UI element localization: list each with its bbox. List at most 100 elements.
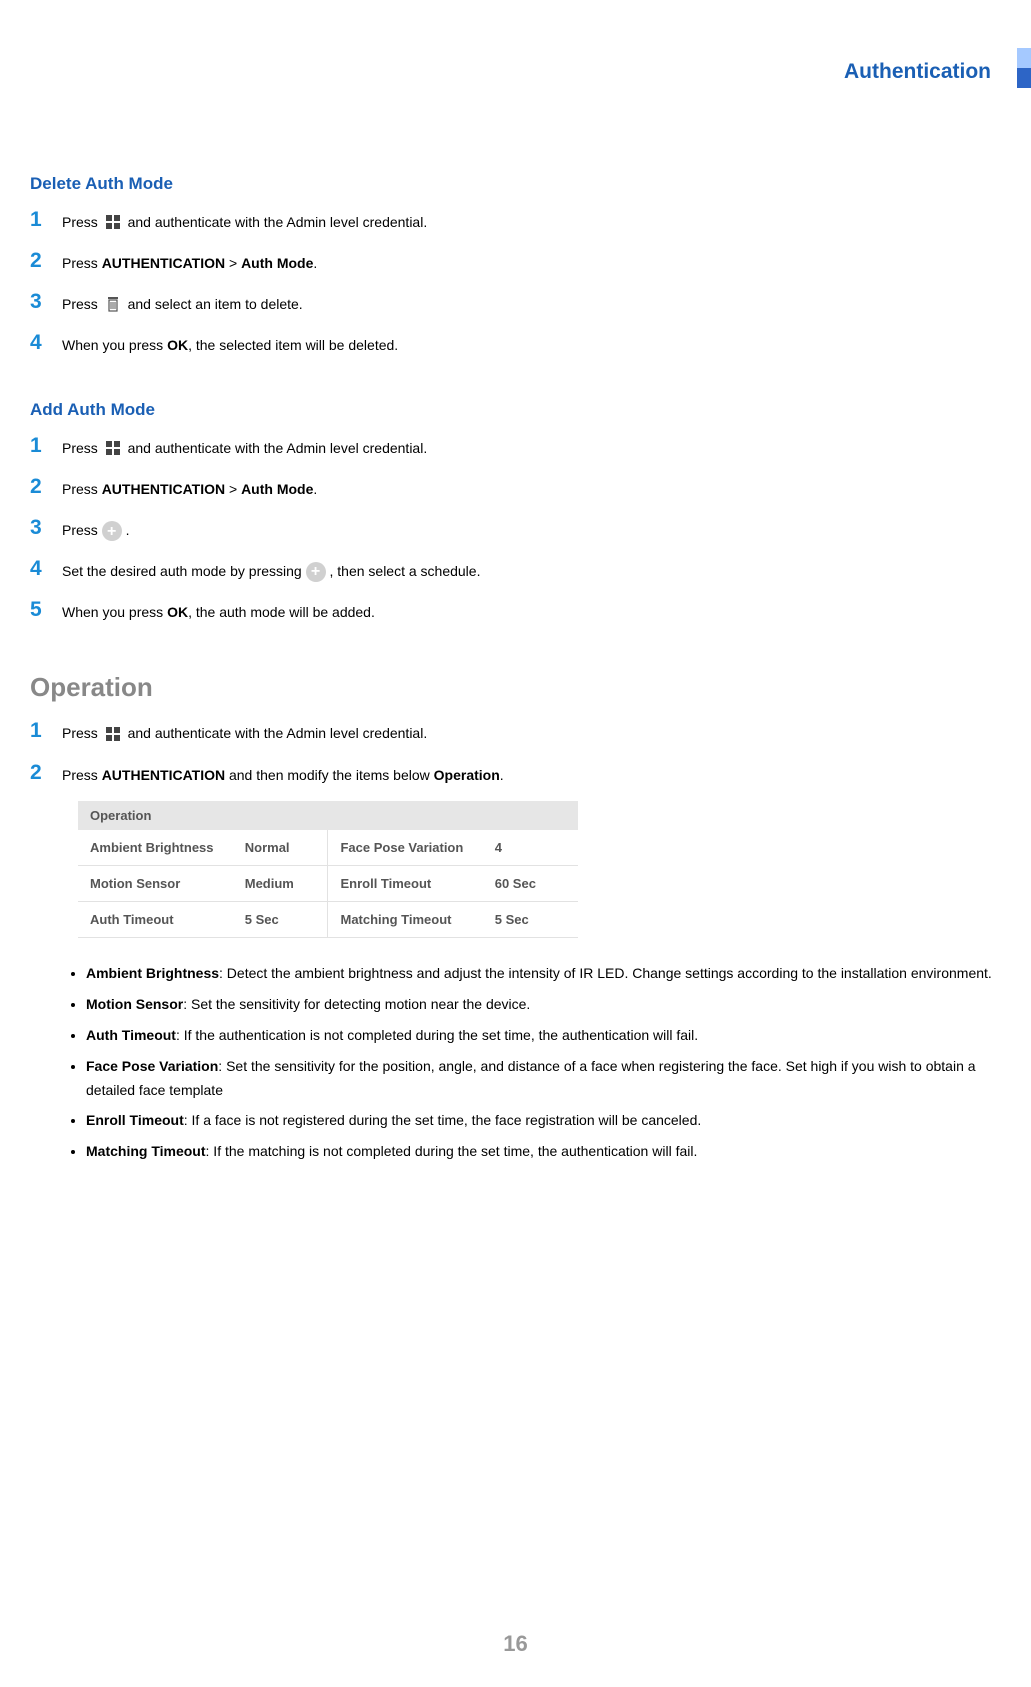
cell-value: Normal bbox=[233, 830, 328, 866]
bullet-label: Enroll Timeout bbox=[86, 1112, 184, 1128]
plus-icon: + bbox=[102, 521, 122, 541]
step-number: 1 bbox=[30, 719, 62, 742]
text: , the selected item will be deleted. bbox=[188, 337, 398, 353]
table-row: Auth Timeout 5 Sec Matching Timeout 5 Se… bbox=[78, 902, 578, 938]
text: Set the desired auth mode by pressing bbox=[62, 563, 306, 579]
step-text: Press AUTHENTICATION > Auth Mode. bbox=[62, 475, 317, 502]
cell-value: Medium bbox=[233, 866, 328, 902]
list-item: Auth Timeout: If the authentication is n… bbox=[86, 1024, 1001, 1048]
step-text: Set the desired auth mode by pressing + … bbox=[62, 557, 480, 584]
operation-bullets: Ambient Brightness: Detect the ambient b… bbox=[86, 962, 1001, 1164]
text: > bbox=[225, 255, 241, 271]
text-bold: AUTHENTICATION bbox=[102, 767, 225, 783]
step-text: When you press OK, the auth mode will be… bbox=[62, 598, 375, 625]
bullet-text: : Set the sensitivity for detecting moti… bbox=[183, 996, 530, 1012]
text-bold: AUTHENTICATION bbox=[102, 255, 225, 271]
bullet-text: : If a face is not registered during the… bbox=[184, 1112, 702, 1128]
text: . bbox=[500, 767, 504, 783]
step-number: 1 bbox=[30, 208, 62, 231]
add-step-1: 1 Press and authenticate with the Admin … bbox=[30, 434, 1001, 461]
cell-label: Face Pose Variation bbox=[328, 830, 483, 866]
text: Press bbox=[62, 214, 102, 230]
step-text: Press + . bbox=[62, 516, 129, 543]
step-number: 4 bbox=[30, 557, 62, 580]
add-step-3: 3 Press + . bbox=[30, 516, 1001, 543]
bullet-label: Ambient Brightness bbox=[86, 965, 219, 981]
text: and authenticate with the Admin level cr… bbox=[128, 440, 428, 456]
add-step-2: 2 Press AUTHENTICATION > Auth Mode. bbox=[30, 475, 1001, 502]
text: Press bbox=[62, 255, 102, 271]
text: , the auth mode will be added. bbox=[188, 604, 375, 620]
bullet-label: Face Pose Variation bbox=[86, 1058, 218, 1074]
text: When you press bbox=[62, 604, 167, 620]
text: . bbox=[126, 522, 130, 538]
add-section-title: Add Auth Mode bbox=[30, 400, 1001, 420]
bullet-text: : If the matching is not completed durin… bbox=[206, 1143, 698, 1159]
cell-value: 4 bbox=[483, 830, 578, 866]
table-header: Operation bbox=[78, 801, 578, 830]
cell-label: Matching Timeout bbox=[328, 902, 483, 938]
text: and select an item to delete. bbox=[128, 296, 303, 312]
list-item: Matching Timeout: If the matching is not… bbox=[86, 1140, 1001, 1164]
add-step-5: 5 When you press OK, the auth mode will … bbox=[30, 598, 1001, 625]
list-item: Enroll Timeout: If a face is not registe… bbox=[86, 1109, 1001, 1133]
step-text: Press and authenticate with the Admin le… bbox=[62, 434, 427, 461]
text: . bbox=[313, 255, 317, 271]
operation-step-1: 1 Press and authenticate with the Admin … bbox=[30, 719, 1001, 746]
table-row: Ambient Brightness Normal Face Pose Vari… bbox=[78, 830, 578, 866]
step-number: 2 bbox=[30, 475, 62, 498]
text-bold: OK bbox=[167, 604, 188, 620]
bullet-text: : Set the sensitivity for the position, … bbox=[86, 1058, 976, 1098]
text: and authenticate with the Admin level cr… bbox=[128, 725, 428, 741]
step-number: 2 bbox=[30, 761, 62, 784]
page-number: 16 bbox=[0, 1631, 1031, 1657]
cell-label: Auth Timeout bbox=[78, 902, 233, 938]
step-number: 1 bbox=[30, 434, 62, 457]
apps-grid-icon bbox=[105, 437, 121, 461]
step-text: When you press OK, the selected item wil… bbox=[62, 331, 398, 358]
step-text: Press and authenticate with the Admin le… bbox=[62, 208, 427, 235]
text-bold: Auth Mode bbox=[241, 481, 313, 497]
text: and authenticate with the Admin level cr… bbox=[128, 214, 428, 230]
text: Press bbox=[62, 440, 102, 456]
cell-label: Motion Sensor bbox=[78, 866, 233, 902]
text: . bbox=[313, 481, 317, 497]
text: Press bbox=[62, 481, 102, 497]
page-header-title: Authentication bbox=[30, 60, 1001, 84]
list-item: Motion Sensor: Set the sensitivity for d… bbox=[86, 993, 1001, 1017]
table-row: Motion Sensor Medium Enroll Timeout 60 S… bbox=[78, 866, 578, 902]
list-item: Ambient Brightness: Detect the ambient b… bbox=[86, 962, 1001, 986]
bullet-text: : Detect the ambient brightness and adju… bbox=[219, 965, 992, 981]
step-text: Press and select an item to delete. bbox=[62, 290, 303, 317]
text: When you press bbox=[62, 337, 167, 353]
text: Press bbox=[62, 725, 102, 741]
apps-grid-icon bbox=[105, 723, 121, 747]
cell-value: 5 Sec bbox=[233, 902, 328, 938]
delete-step-1: 1 Press and authenticate with the Admin … bbox=[30, 208, 1001, 235]
step-number: 4 bbox=[30, 331, 62, 354]
cell-value: 5 Sec bbox=[483, 902, 578, 938]
text-bold: Operation bbox=[434, 767, 500, 783]
text: > bbox=[225, 481, 241, 497]
step-number: 2 bbox=[30, 249, 62, 272]
text-bold: AUTHENTICATION bbox=[102, 481, 225, 497]
step-number: 3 bbox=[30, 290, 62, 313]
operation-section-title: Operation bbox=[30, 672, 1001, 703]
delete-step-4: 4 When you press OK, the selected item w… bbox=[30, 331, 1001, 358]
bullet-label: Motion Sensor bbox=[86, 996, 183, 1012]
text-bold: OK bbox=[167, 337, 188, 353]
apps-grid-icon bbox=[105, 211, 121, 235]
plus-icon: + bbox=[306, 562, 326, 582]
text-bold: Auth Mode bbox=[241, 255, 313, 271]
operation-table: Operation Ambient Brightness Normal Face… bbox=[78, 801, 578, 938]
bullet-label: Auth Timeout bbox=[86, 1027, 176, 1043]
cell-label: Ambient Brightness bbox=[78, 830, 233, 866]
cell-label: Enroll Timeout bbox=[328, 866, 483, 902]
text: Press bbox=[62, 296, 102, 312]
delete-step-3: 3 Press and select an item to delete. bbox=[30, 290, 1001, 317]
text: , then select a schedule. bbox=[329, 563, 480, 579]
step-text: Press and authenticate with the Admin le… bbox=[62, 719, 427, 746]
operation-step-2: 2 Press AUTHENTICATION and then modify t… bbox=[30, 761, 1001, 788]
step-text: Press AUTHENTICATION and then modify the… bbox=[62, 761, 504, 788]
text: Press bbox=[62, 522, 102, 538]
